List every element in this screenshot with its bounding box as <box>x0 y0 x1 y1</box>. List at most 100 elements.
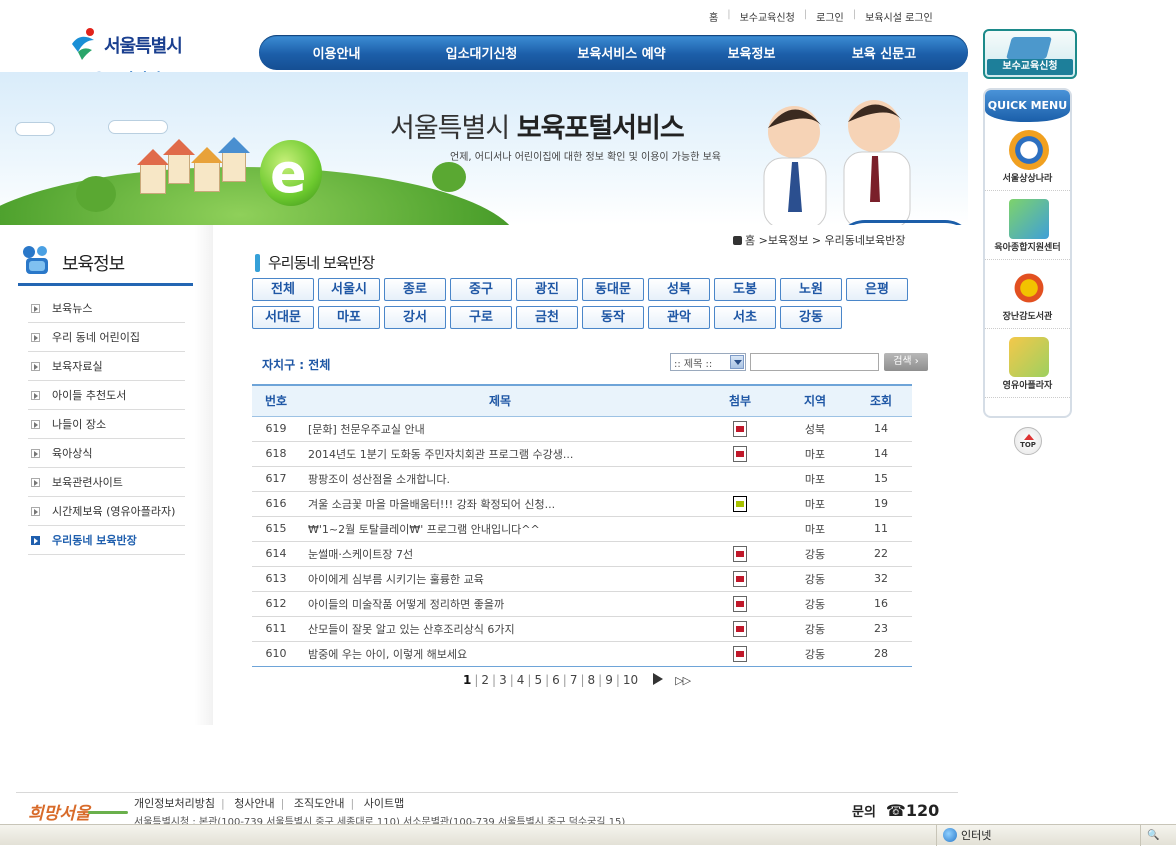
page-link[interactable]: 1 <box>460 673 474 687</box>
row-title-link[interactable]: 팡팡조이 성산점을 소개합니다. <box>300 466 700 492</box>
region-label: 자치구 : 전체 <box>262 358 331 372</box>
district-button[interactable]: 전체 <box>252 278 314 301</box>
district-button[interactable]: 노원 <box>780 278 842 301</box>
last-page-button[interactable]: ▷▷ <box>675 674 691 687</box>
gnb-item-sinmungo[interactable]: 보육 신문고 <box>809 43 959 62</box>
row-title-link[interactable]: 겨울 소금꽃 마을 마을배움터!!! 강좌 확정되어 신청... <box>300 491 700 517</box>
gnb-item-guide[interactable]: 이용안내 <box>259 43 414 62</box>
gnb-item-info[interactable]: 보육정보 <box>694 43 809 62</box>
district-button[interactable]: 구로 <box>450 306 512 329</box>
table-row[interactable]: 614 눈썰매·스케이트장 7선 강동 22 <box>252 541 912 567</box>
footer-link-org[interactable]: 조직도안내 <box>294 797 345 810</box>
row-title-link[interactable]: 2014년도 1분기 도화동 주민자치회관 프로그램 수강생... <box>300 441 700 467</box>
document-file-icon[interactable] <box>733 445 747 462</box>
document-file-icon[interactable] <box>733 645 747 662</box>
document-file-icon[interactable] <box>733 620 747 637</box>
util-link-facility-login[interactable]: 보육시설 로그인 <box>856 9 942 24</box>
district-button[interactable]: 중구 <box>450 278 512 301</box>
lnb-item-sites[interactable]: 보육관련사이트 <box>28 468 185 497</box>
row-title-link[interactable]: 눈썰매·스케이트장 7선 <box>300 541 700 567</box>
district-button[interactable]: 서울시 <box>318 278 380 301</box>
footer-link-privacy[interactable]: 개인정보처리방침 <box>134 797 215 810</box>
lnb-item-banjang[interactable]: 우리동네 보육반장 <box>28 526 185 555</box>
page-link[interactable]: 3 <box>496 673 510 687</box>
lnb-item-hourly[interactable]: 시간제보육 (영유아플라자) <box>28 497 185 526</box>
table-row[interactable]: 612 아이들의 미술작품 어떻게 정리하면 좋을까 강동 16 <box>252 591 912 617</box>
zoom-control[interactable]: 🔍 <box>1140 825 1176 846</box>
gnb-item-reservation[interactable]: 보육서비스 예약 <box>549 43 694 62</box>
district-button[interactable]: 동작 <box>582 306 644 329</box>
footer-link-sitemap[interactable]: 사이트맵 <box>364 797 404 810</box>
quick-item-toy-library[interactable]: 장난감도서관 <box>985 260 1070 329</box>
image-file-icon[interactable] <box>733 495 747 512</box>
breadcrumb-home[interactable]: 홈 <box>745 234 755 247</box>
tree-illustration <box>76 176 116 212</box>
row-title-link[interactable]: [문화] 천문우주교실 안내 <box>300 416 700 442</box>
arrow-bullet-icon <box>31 361 40 371</box>
district-button[interactable]: 은평 <box>846 278 908 301</box>
lnb-item-tips[interactable]: 육아상식 <box>28 439 185 468</box>
scroll-top-button[interactable]: TOP <box>1014 427 1042 455</box>
util-link-home[interactable]: 홈 <box>700 9 727 24</box>
document-file-icon[interactable] <box>733 595 747 612</box>
district-button[interactable]: 강동 <box>780 306 842 329</box>
page-link[interactable]: 2 <box>478 673 492 687</box>
lnb-item-outing[interactable]: 나들이 장소 <box>28 410 185 439</box>
gnb-item-waiting[interactable]: 입소대기신청 <box>414 43 549 62</box>
district-button[interactable]: 동대문 <box>582 278 644 301</box>
district-button[interactable]: 도봉 <box>714 278 776 301</box>
table-row[interactable]: 613 아이에게 심부름 시키기는 훌륭한 교육 강동 32 <box>252 566 912 592</box>
table-row[interactable]: 610 밤중에 우는 아이, 이렇게 해보세요 강동 28 <box>252 641 912 667</box>
table-row[interactable]: 616 겨울 소금꽃 마을 마을배움터!!! 강좌 확정되어 신청... 마포 19 <box>252 491 912 517</box>
row-title-link[interactable]: 밤중에 우는 아이, 이렇게 해보세요 <box>300 641 700 667</box>
district-button[interactable]: 마포 <box>318 306 380 329</box>
row-title-link[interactable]: ₩'1~2월 토탈클레이₩' 프로그램 안내입니다^^ <box>300 516 700 542</box>
page-link[interactable]: 9 <box>602 673 616 687</box>
page-link[interactable]: 8 <box>585 673 599 687</box>
page-link[interactable]: 5 <box>531 673 545 687</box>
lnb-item-books[interactable]: 아이들 추천도서 <box>28 381 185 410</box>
document-file-icon[interactable] <box>733 545 747 562</box>
breadcrumb-info[interactable]: 보육정보 <box>768 234 808 247</box>
table-row[interactable]: 619 [문화] 천문우주교실 안내 성북 14 <box>252 416 912 442</box>
district-button[interactable]: 서대문 <box>252 306 314 329</box>
district-button[interactable]: 서초 <box>714 306 776 329</box>
table-row[interactable]: 615 ₩'1~2월 토탈클레이₩' 프로그램 안내입니다^^ 마포 11 <box>252 516 912 542</box>
util-link-login[interactable]: 로그인 <box>807 9 853 24</box>
table-row[interactable]: 611 산모들이 잘못 알고 있는 산후조리상식 6가지 강동 23 <box>252 616 912 642</box>
district-button[interactable]: 종로 <box>384 278 446 301</box>
document-file-icon[interactable] <box>733 420 747 437</box>
page-link[interactable]: 7 <box>567 673 581 687</box>
search-button[interactable]: 검색 › <box>884 353 928 371</box>
table-row[interactable]: 618 2014년도 1분기 도화동 주민자치회관 프로그램 수강생... 마포 14 <box>252 441 912 467</box>
row-number: 619 <box>252 416 300 442</box>
lnb-item-daycare[interactable]: 우리 동네 어린이집 <box>28 323 185 352</box>
district-button[interactable]: 광진 <box>516 278 578 301</box>
lnb-item-news[interactable]: 보육뉴스 <box>28 294 185 323</box>
lnb-item-library[interactable]: 보육자료실 <box>28 352 185 381</box>
district-button[interactable]: 관악 <box>648 306 710 329</box>
row-title-link[interactable]: 아이에게 심부름 시키기는 훌륭한 교육 <box>300 566 700 592</box>
search-input[interactable] <box>750 353 879 371</box>
row-views: 14 <box>850 441 912 467</box>
row-title-link[interactable]: 아이들의 미술작품 어떻게 정리하면 좋을까 <box>300 591 700 617</box>
footer-link-hall[interactable]: 청사안내 <box>234 797 274 810</box>
quick-item-sangsang[interactable]: 서울상상나라 <box>985 122 1070 191</box>
page-link[interactable]: 6 <box>549 673 563 687</box>
search-field-select[interactable]: :: 제목 :: <box>670 353 746 371</box>
row-region: 강동 <box>780 616 850 642</box>
next-page-icon[interactable] <box>653 673 664 685</box>
quick-item-support-center[interactable]: 육아종합지원센터 <box>985 191 1070 260</box>
table-row[interactable]: 617 팡팡조이 성산점을 소개합니다. 마포 15 <box>252 466 912 492</box>
district-button[interactable]: 금천 <box>516 306 578 329</box>
row-views: 32 <box>850 566 912 592</box>
page-link[interactable]: 4 <box>514 673 528 687</box>
row-title-link[interactable]: 산모들이 잘못 알고 있는 산후조리상식 6가지 <box>300 616 700 642</box>
edu-apply-button[interactable]: 보수교육신청 <box>983 29 1077 79</box>
document-file-icon[interactable] <box>733 570 747 587</box>
quick-item-plaza[interactable]: 영유아플라자 <box>985 329 1070 398</box>
district-button[interactable]: 성북 <box>648 278 710 301</box>
page-link[interactable]: 10 <box>620 673 641 687</box>
district-button[interactable]: 강서 <box>384 306 446 329</box>
util-link-edu[interactable]: 보수교육신청 <box>731 9 804 24</box>
